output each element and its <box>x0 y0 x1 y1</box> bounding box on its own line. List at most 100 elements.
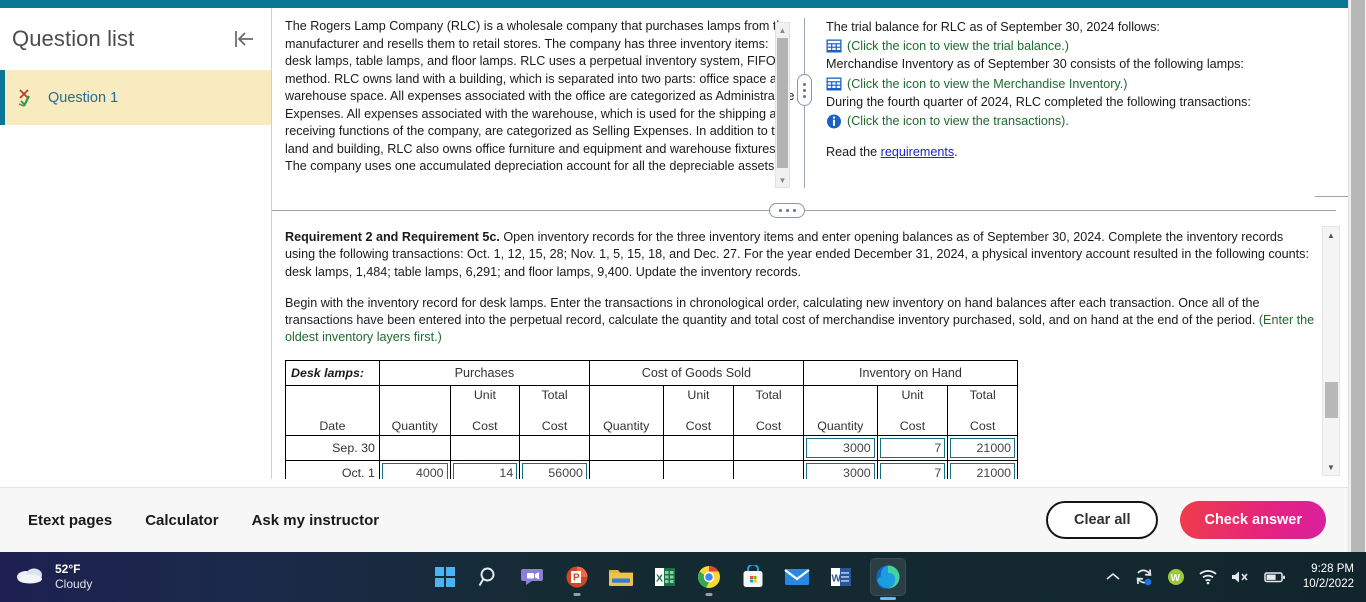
collapse-left-icon[interactable] <box>231 26 257 52</box>
transactions-intro-text: During the fourth quarter of 2024, RLC c… <box>826 94 1251 109</box>
subheader-top-2: Unit <box>449 384 521 410</box>
requirement-body-2: Begin with the inventory record for desk… <box>285 295 1260 327</box>
right-divider-line <box>1315 196 1348 197</box>
excel-icon[interactable]: X <box>650 562 680 592</box>
problem-panel-scrollbar[interactable]: ▲ ▼ <box>775 22 790 188</box>
subheader-top-7 <box>802 384 878 410</box>
scrollbar-thumb[interactable] <box>777 38 788 168</box>
purchases-total-cost-input[interactable]: 56000 <box>522 462 587 479</box>
calculator-link[interactable]: Calculator <box>145 512 218 529</box>
subheader-top-0 <box>285 384 380 410</box>
mail-icon[interactable] <box>782 562 812 592</box>
battery-icon[interactable] <box>1264 570 1286 584</box>
wifi-icon[interactable] <box>1198 569 1218 585</box>
onhand-total-cost-input[interactable]: 21000 <box>950 437 1015 458</box>
onhand-unit-cost-input[interactable]: 7 <box>879 437 946 458</box>
subheader-cogs-total-cost: Cost <box>733 410 804 436</box>
purchases-quantity-input[interactable]: 4000 <box>381 462 448 479</box>
trial-balance-link-text[interactable]: (Click the icon to view the trial balanc… <box>847 37 1069 55</box>
clear-all-button[interactable]: Clear all <box>1046 501 1159 539</box>
onhand-quantity-input[interactable]: 3000 <box>805 462 875 479</box>
word-icon[interactable]: W <box>826 562 856 592</box>
file-explorer-icon[interactable] <box>606 562 636 592</box>
microsoft-store-icon[interactable] <box>738 562 768 592</box>
problem-right-panel: The trial balance for RLC as of Septembe… <box>805 14 1348 196</box>
start-windows-icon[interactable] <box>430 562 460 592</box>
onhand-unit-cost-input[interactable]: 7 <box>879 462 946 479</box>
row0-cogs-quantity <box>588 434 664 461</box>
weather-widget[interactable]: 52°F Cloudy <box>0 562 430 592</box>
scrollbar-thumb[interactable] <box>1351 0 1365 583</box>
svg-text:X: X <box>656 573 663 585</box>
subheader-top-4 <box>588 384 664 410</box>
scroll-up-icon[interactable]: ▲ <box>1323 227 1339 243</box>
clock-time: 9:28 PM <box>1311 563 1354 576</box>
subheader-top-8: Unit <box>876 384 949 410</box>
weather-temperature: 52°F <box>55 562 81 576</box>
etext-pages-link[interactable]: Etext pages <box>28 512 112 529</box>
windows-taskbar: 52°F Cloudy P X W W 9:28 PM 10/2/2022 <box>0 552 1366 602</box>
merchandise-inventory-link-row[interactable]: (Click the icon to view the Merchandise … <box>826 75 1330 93</box>
weather-condition: Cloudy <box>55 577 93 591</box>
scroll-down-icon[interactable]: ▼ <box>776 173 789 187</box>
subheader-purchases-quantity: Quantity <box>378 410 451 436</box>
requirement-heading: Requirement 2 and Requirement 5c. <box>285 230 500 244</box>
taskbar-clock[interactable]: 9:28 PM 10/2/2022 <box>1303 562 1354 591</box>
scroll-down-icon[interactable]: ▼ <box>1323 459 1339 475</box>
chrome-icon[interactable] <box>694 562 724 596</box>
volume-muted-icon[interactable] <box>1231 569 1251 585</box>
onhand-quantity-input[interactable]: 3000 <box>805 437 875 458</box>
requirements-link[interactable]: requirements <box>881 145 955 159</box>
read-suffix: . <box>954 145 958 160</box>
ask-my-instructor-link[interactable]: Ask my instructor <box>252 512 380 529</box>
check-answer-button[interactable]: Check answer <box>1180 501 1326 539</box>
show-hidden-icons-chevron[interactable] <box>1105 571 1121 583</box>
trial-balance-intro-text: The trial balance for RLC as of Septembe… <box>826 20 1160 34</box>
powerpoint-icon[interactable]: P <box>562 562 592 596</box>
info-circle-icon[interactable] <box>826 114 842 129</box>
sidebar-header: Question list <box>0 8 271 70</box>
scroll-up-icon[interactable]: ▲ <box>776 23 789 37</box>
trial-balance-link-row[interactable]: (Click the icon to view the trial balanc… <box>826 37 1330 55</box>
subheader-purchases-unit-cost: Cost <box>449 410 521 436</box>
cloud-icon <box>14 564 46 591</box>
row0-cogs-total-cost <box>733 434 804 461</box>
row1-cogs-quantity <box>588 459 664 479</box>
page-title: Question list <box>12 26 135 51</box>
table-grid-icon[interactable] <box>826 77 842 91</box>
transactions-link-text[interactable]: (Click the icon to view the transactions… <box>847 112 1069 130</box>
row1-onhand-unit-cost-cell: 7 <box>876 459 949 479</box>
purchases-unit-cost-input[interactable]: 14 <box>452 462 518 479</box>
onedrive-sync-icon[interactable] <box>1134 568 1154 586</box>
subheader-cogs-unit-cost: Cost <box>662 410 735 436</box>
webroot-icon[interactable]: W <box>1167 568 1185 586</box>
row1-purchases-unit-cost-cell: 14 <box>449 459 521 479</box>
system-tray: W 9:28 PM 10/2/2022 <box>1105 562 1366 591</box>
row0-onhand-total-cost-cell: 21000 <box>947 434 1018 461</box>
row0-purchases-unit-cost <box>449 434 521 461</box>
horizontal-splitter <box>272 202 1336 218</box>
group-header-purchases: Purchases <box>378 359 590 386</box>
running-indicator <box>573 593 581 596</box>
search-icon[interactable] <box>474 562 504 592</box>
teams-icon[interactable] <box>518 562 548 592</box>
browser-scrollbar[interactable] <box>1348 0 1366 602</box>
table-grid-icon[interactable] <box>826 39 842 53</box>
row0-cogs-unit-cost <box>662 434 735 461</box>
sidebar-item-question-1[interactable]: Question 1 <box>0 70 271 125</box>
clock-date: 10/2/2022 <box>1302 578 1354 590</box>
desk-lamps-inventory-table: Desk lamps: Purchases Cost of Goods Sold… <box>285 359 1019 479</box>
horizontal-splitter-grip[interactable] <box>769 203 805 218</box>
scrollbar-thumb[interactable] <box>1325 382 1338 418</box>
onhand-total-cost-input[interactable]: 21000 <box>950 462 1015 479</box>
transactions-link-row[interactable]: (Click the icon to view the transactions… <box>826 112 1330 130</box>
requirement-block: Requirement 2 and Requirement 5c. Open i… <box>285 229 1315 347</box>
read-requirements-line: Read the requirements. <box>826 145 1330 159</box>
answer-area-scrollbar[interactable]: ▲ ▼ <box>1322 226 1340 476</box>
edge-icon[interactable] <box>870 558 906 600</box>
row0-onhand-quantity-cell: 3000 <box>802 434 878 461</box>
row-date: Oct. 1 <box>285 459 380 479</box>
table-group-header-row: Desk lamps: Purchases Cost of Goods Sold… <box>285 359 1019 386</box>
row0-purchases-total-cost <box>519 434 590 461</box>
merchandise-inventory-link-text[interactable]: (Click the icon to view the Merchandise … <box>847 75 1127 93</box>
